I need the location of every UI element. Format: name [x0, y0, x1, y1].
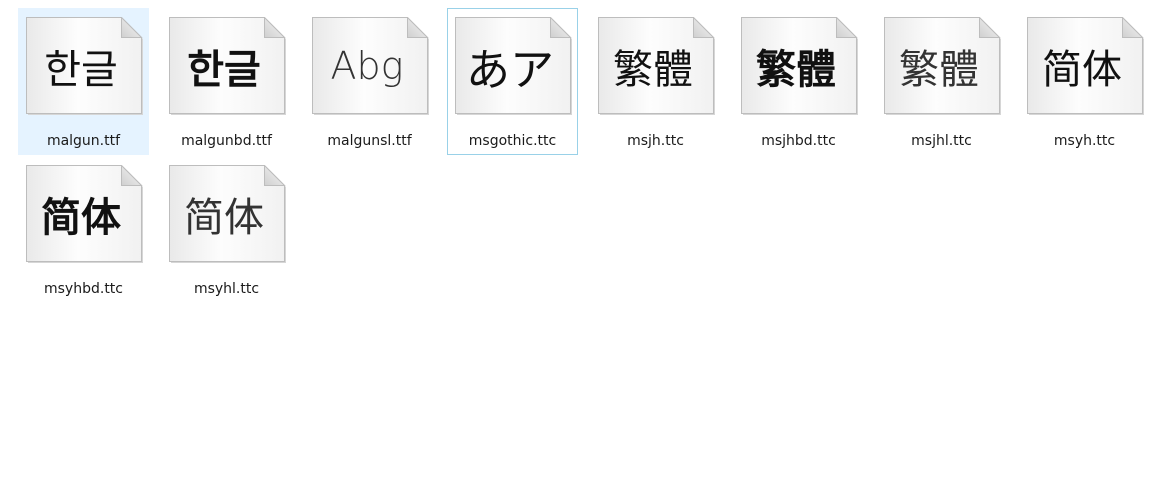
font-file-icon: 简体	[25, 165, 143, 263]
font-preview-glyphs: 简体	[41, 195, 121, 241]
font-preview-glyphs: 简体	[1042, 47, 1122, 93]
font-preview-glyphs: 繁體	[899, 47, 979, 93]
file-name: msjh.ttc	[627, 133, 684, 149]
font-file-icon: 繁體	[597, 17, 715, 115]
font-file-icon: 繁體	[740, 17, 858, 115]
font-file-icon: 한글	[168, 17, 286, 115]
file-name: msjhl.ttc	[911, 133, 972, 149]
file-name: malgunsl.ttf	[327, 133, 412, 149]
file-item-msyh[interactable]: 简体 msyh.ttc	[1019, 8, 1150, 155]
file-name: malgunbd.ttf	[181, 133, 272, 149]
file-item-msjhl[interactable]: 繁體 msjhl.ttc	[876, 8, 1007, 155]
font-preview-glyphs: 한글	[187, 47, 261, 93]
file-item-malgun[interactable]: 한글 malgun.ttf	[18, 8, 149, 155]
font-file-icon: 简体	[168, 165, 286, 263]
file-item-msjhbd[interactable]: 繁體 msjhbd.ttc	[733, 8, 864, 155]
font-preview-glyphs: 繁體	[756, 47, 836, 93]
file-item-malgunbd[interactable]: 한글 malgunbd.ttf	[161, 8, 292, 155]
font-file-icon: 繁體	[883, 17, 1001, 115]
file-name: msyhl.ttc	[193, 281, 260, 297]
file-grid: 한글 malgun.ttf 한글 malgunbd.ttf Abg malgun…	[18, 8, 1164, 303]
file-name: msgothic.ttc	[468, 133, 557, 149]
file-item-malgunsl[interactable]: Abg malgunsl.ttf	[304, 8, 435, 155]
file-item-msyhl[interactable]: 简体 msyhl.ttc	[161, 156, 292, 303]
file-name: malgun.ttf	[46, 133, 121, 149]
font-preview-glyphs: あア	[466, 45, 554, 96]
file-name: msyhbd.ttc	[44, 281, 123, 297]
file-name: msjhbd.ttc	[761, 133, 836, 149]
font-preview-glyphs: 简体	[184, 195, 264, 241]
font-preview-glyphs: Abg	[330, 44, 404, 88]
file-item-msjh[interactable]: 繁體 msjh.ttc	[590, 8, 721, 155]
font-file-icon: Abg	[311, 17, 429, 115]
font-file-icon: 简体	[1026, 17, 1144, 115]
file-name: msyh.ttc	[1053, 133, 1116, 149]
file-item-msyhbd[interactable]: 简体 msyhbd.ttc	[18, 156, 149, 303]
font-file-icon: 한글	[25, 17, 143, 115]
font-file-icon: あア	[454, 17, 572, 115]
font-preview-glyphs: 繁體	[613, 47, 693, 93]
font-preview-glyphs: 한글	[44, 47, 118, 93]
file-item-msgothic[interactable]: あア msgothic.ttc	[447, 8, 578, 155]
